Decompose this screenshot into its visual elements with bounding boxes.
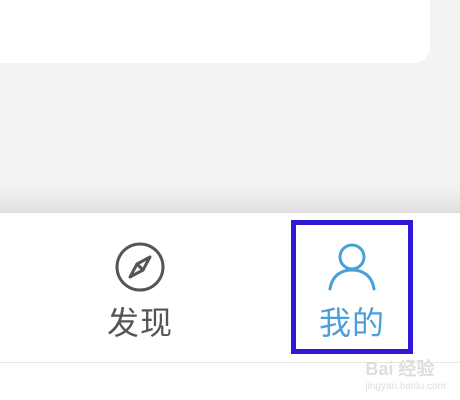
bottom-tab-bar: 发现 我的: [0, 212, 460, 365]
tab-discover[interactable]: 发现: [75, 213, 205, 353]
compass-icon: [115, 242, 165, 292]
user-icon: [328, 243, 376, 291]
watermark-url: jingyan.baidu.com: [365, 381, 446, 392]
tab-discover-label: 发现: [106, 304, 173, 342]
tab-mine-label: 我的: [318, 304, 385, 342]
content-card: [0, 0, 430, 63]
content-area: [0, 0, 460, 212]
app-screen: 发现 我的 Bai 经验 jingyan.baidu.com: [0, 0, 460, 400]
content-bottom-shade: [0, 186, 460, 212]
tab-mine[interactable]: 我的: [291, 220, 413, 354]
watermark-brand: Bai 经验: [365, 359, 435, 379]
watermark: Bai 经验 jingyan.baidu.com: [365, 355, 446, 392]
